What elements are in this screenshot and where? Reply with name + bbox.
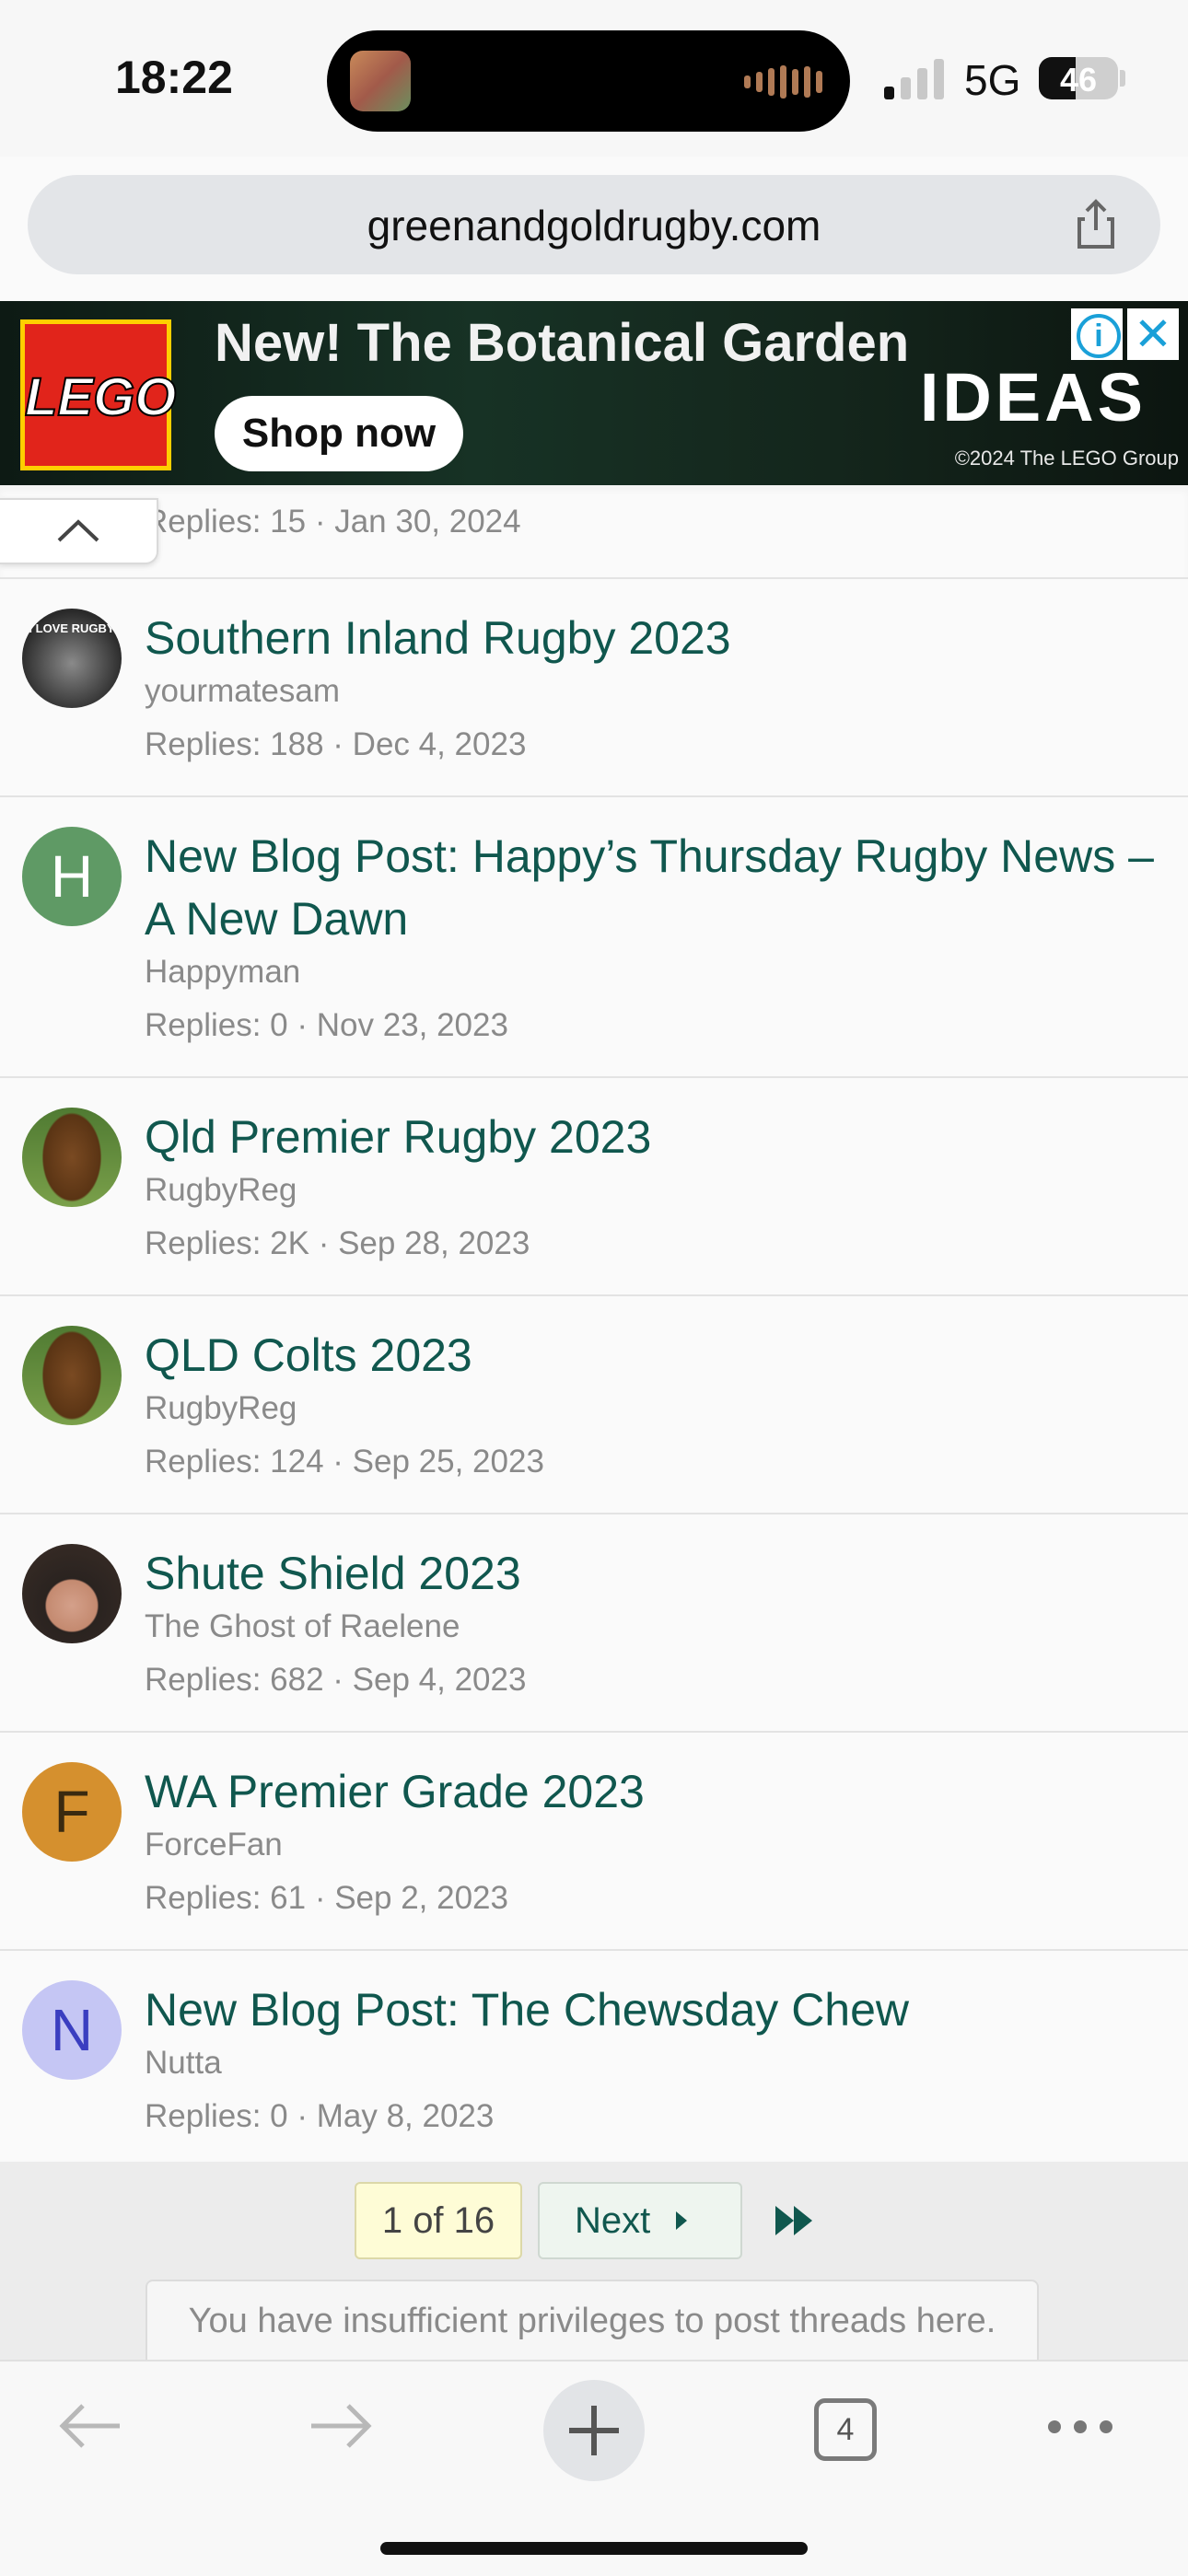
thread-row[interactable]: Shute Shield 2023 The Ghost of Raelene R… [0,1514,1188,1733]
thread-meta: Replies: 682 · Sep 4, 2023 [145,1662,527,1698]
thread-row-partial[interactable]: Replies: 15 · Jan 30, 2024 [0,485,1188,579]
collapse-button[interactable] [0,498,158,564]
thread-list: Replies: 15 · Jan 30, 2024 I LOVE RUGBY … [0,485,1188,2169]
forward-arrow-icon[interactable] [306,2398,376,2454]
avatar[interactable] [22,1326,122,1425]
avatar[interactable]: I LOVE RUGBY [22,609,122,708]
ad-headline: New! The Botanical Garden [215,313,910,373]
back-arrow-icon[interactable] [55,2398,125,2454]
avatar[interactable]: F [22,1762,122,1862]
avatar-caption: I LOVE RUGBY [29,621,115,635]
avatar[interactable] [22,1108,122,1207]
thread-meta: Replies: 15 · Jan 30, 2024 [145,504,521,540]
pagination: 1 of 16 Next You have insufficient privi… [0,2162,1188,2362]
thread-author[interactable]: The Ghost of Raelene [145,1608,460,1645]
browser-toolbar: 4 [0,2360,1188,2576]
tabs-button[interactable]: 4 [814,2398,877,2461]
plus-icon [569,2406,619,2455]
thread-row[interactable]: QLD Colts 2023 RugbyReg Replies: 124 · S… [0,1296,1188,1514]
caret-right-icon [676,2211,687,2230]
thread-row[interactable]: F WA Premier Grade 2023 ForceFan Replies… [0,1733,1188,1951]
address-bar[interactable]: greenandgoldrugby.com [28,175,1160,274]
home-indicator[interactable] [380,2542,808,2555]
thread-meta: Replies: 124 · Sep 25, 2023 [145,1444,544,1479]
dynamic-island[interactable] [327,30,850,132]
page-indicator[interactable]: 1 of 16 [355,2182,522,2259]
avatar[interactable] [22,1544,122,1643]
ad-banner[interactable]: LEGO New! The Botanical Garden Shop now … [0,301,1188,485]
thread-title[interactable]: Shute Shield 2023 [145,1542,521,1605]
thread-title[interactable]: QLD Colts 2023 [145,1324,472,1387]
ad-close-icon[interactable]: ✕ [1127,308,1179,360]
battery-percent: 46 [1059,61,1098,99]
ad-copyright: ©2024 The LEGO Group [954,447,1179,470]
thread-title[interactable]: Qld Premier Rugby 2023 [145,1106,651,1168]
ad-shop-now-button[interactable]: Shop now [215,396,463,471]
privileges-notice: You have insufficient privileges to post… [146,2280,1039,2362]
more-menu-icon[interactable] [1048,2420,1112,2433]
thread-meta: Replies: 2K · Sep 28, 2023 [145,1225,530,1261]
status-bar: 18:22 5G 46 [0,0,1188,157]
network-type: 5G [964,56,1021,104]
url-text[interactable]: greenandgoldrugby.com [28,201,1160,250]
lego-logo: LEGO [20,319,177,470]
cellular-signal-icon [884,57,944,99]
thread-meta: Replies: 0 · May 8, 2023 [145,2098,495,2134]
thread-meta: Replies: 0 · Nov 23, 2023 [145,1007,508,1043]
thread-author[interactable]: RugbyReg [145,1172,297,1209]
now-playing-app-icon [350,51,411,111]
thread-author[interactable]: RugbyReg [145,1390,297,1427]
battery-tip [1120,70,1125,87]
thread-row[interactable]: Qld Premier Rugby 2023 RugbyReg Replies:… [0,1078,1188,1296]
thread-row[interactable]: H New Blog Post: Happy’s Thursday Rugby … [0,797,1188,1078]
ad-brand-ideas: IDEAS [919,359,1147,435]
thread-title[interactable]: WA Premier Grade 2023 [145,1760,645,1823]
next-page-button[interactable]: Next [538,2182,742,2259]
clock: 18:22 [115,52,233,103]
thread-title[interactable]: New Blog Post: Happy’s Thursday Rugby Ne… [145,825,1167,950]
avatar[interactable]: H [22,827,122,926]
thread-meta: Replies: 188 · Dec 4, 2023 [145,726,527,762]
audio-waveform-icon [744,65,822,99]
avatar[interactable]: N [22,1980,122,2080]
last-page-icon[interactable] [772,2202,818,2239]
share-icon[interactable] [1068,197,1124,252]
thread-title[interactable]: New Blog Post: The Chewsday Chew [145,1978,909,2041]
thread-row[interactable]: I LOVE RUGBY Southern Inland Rugby 2023 … [0,579,1188,797]
battery-icon: 46 [1039,57,1118,99]
thread-author[interactable]: yourmatesam [145,673,340,710]
ad-info-icon[interactable]: i [1071,308,1123,360]
thread-row[interactable]: N New Blog Post: The Chewsday Chew Nutta… [0,1951,1188,2169]
thread-title[interactable]: Southern Inland Rugby 2023 [145,607,731,669]
thread-author[interactable]: Happyman [145,954,300,991]
thread-meta: Replies: 61 · Sep 2, 2023 [145,1880,508,1916]
new-tab-button[interactable] [543,2380,645,2481]
chevron-up-icon [57,519,99,542]
next-page-label: Next [575,2200,651,2241]
thread-author[interactable]: Nutta [145,2045,222,2082]
thread-author[interactable]: ForceFan [145,1827,283,1863]
